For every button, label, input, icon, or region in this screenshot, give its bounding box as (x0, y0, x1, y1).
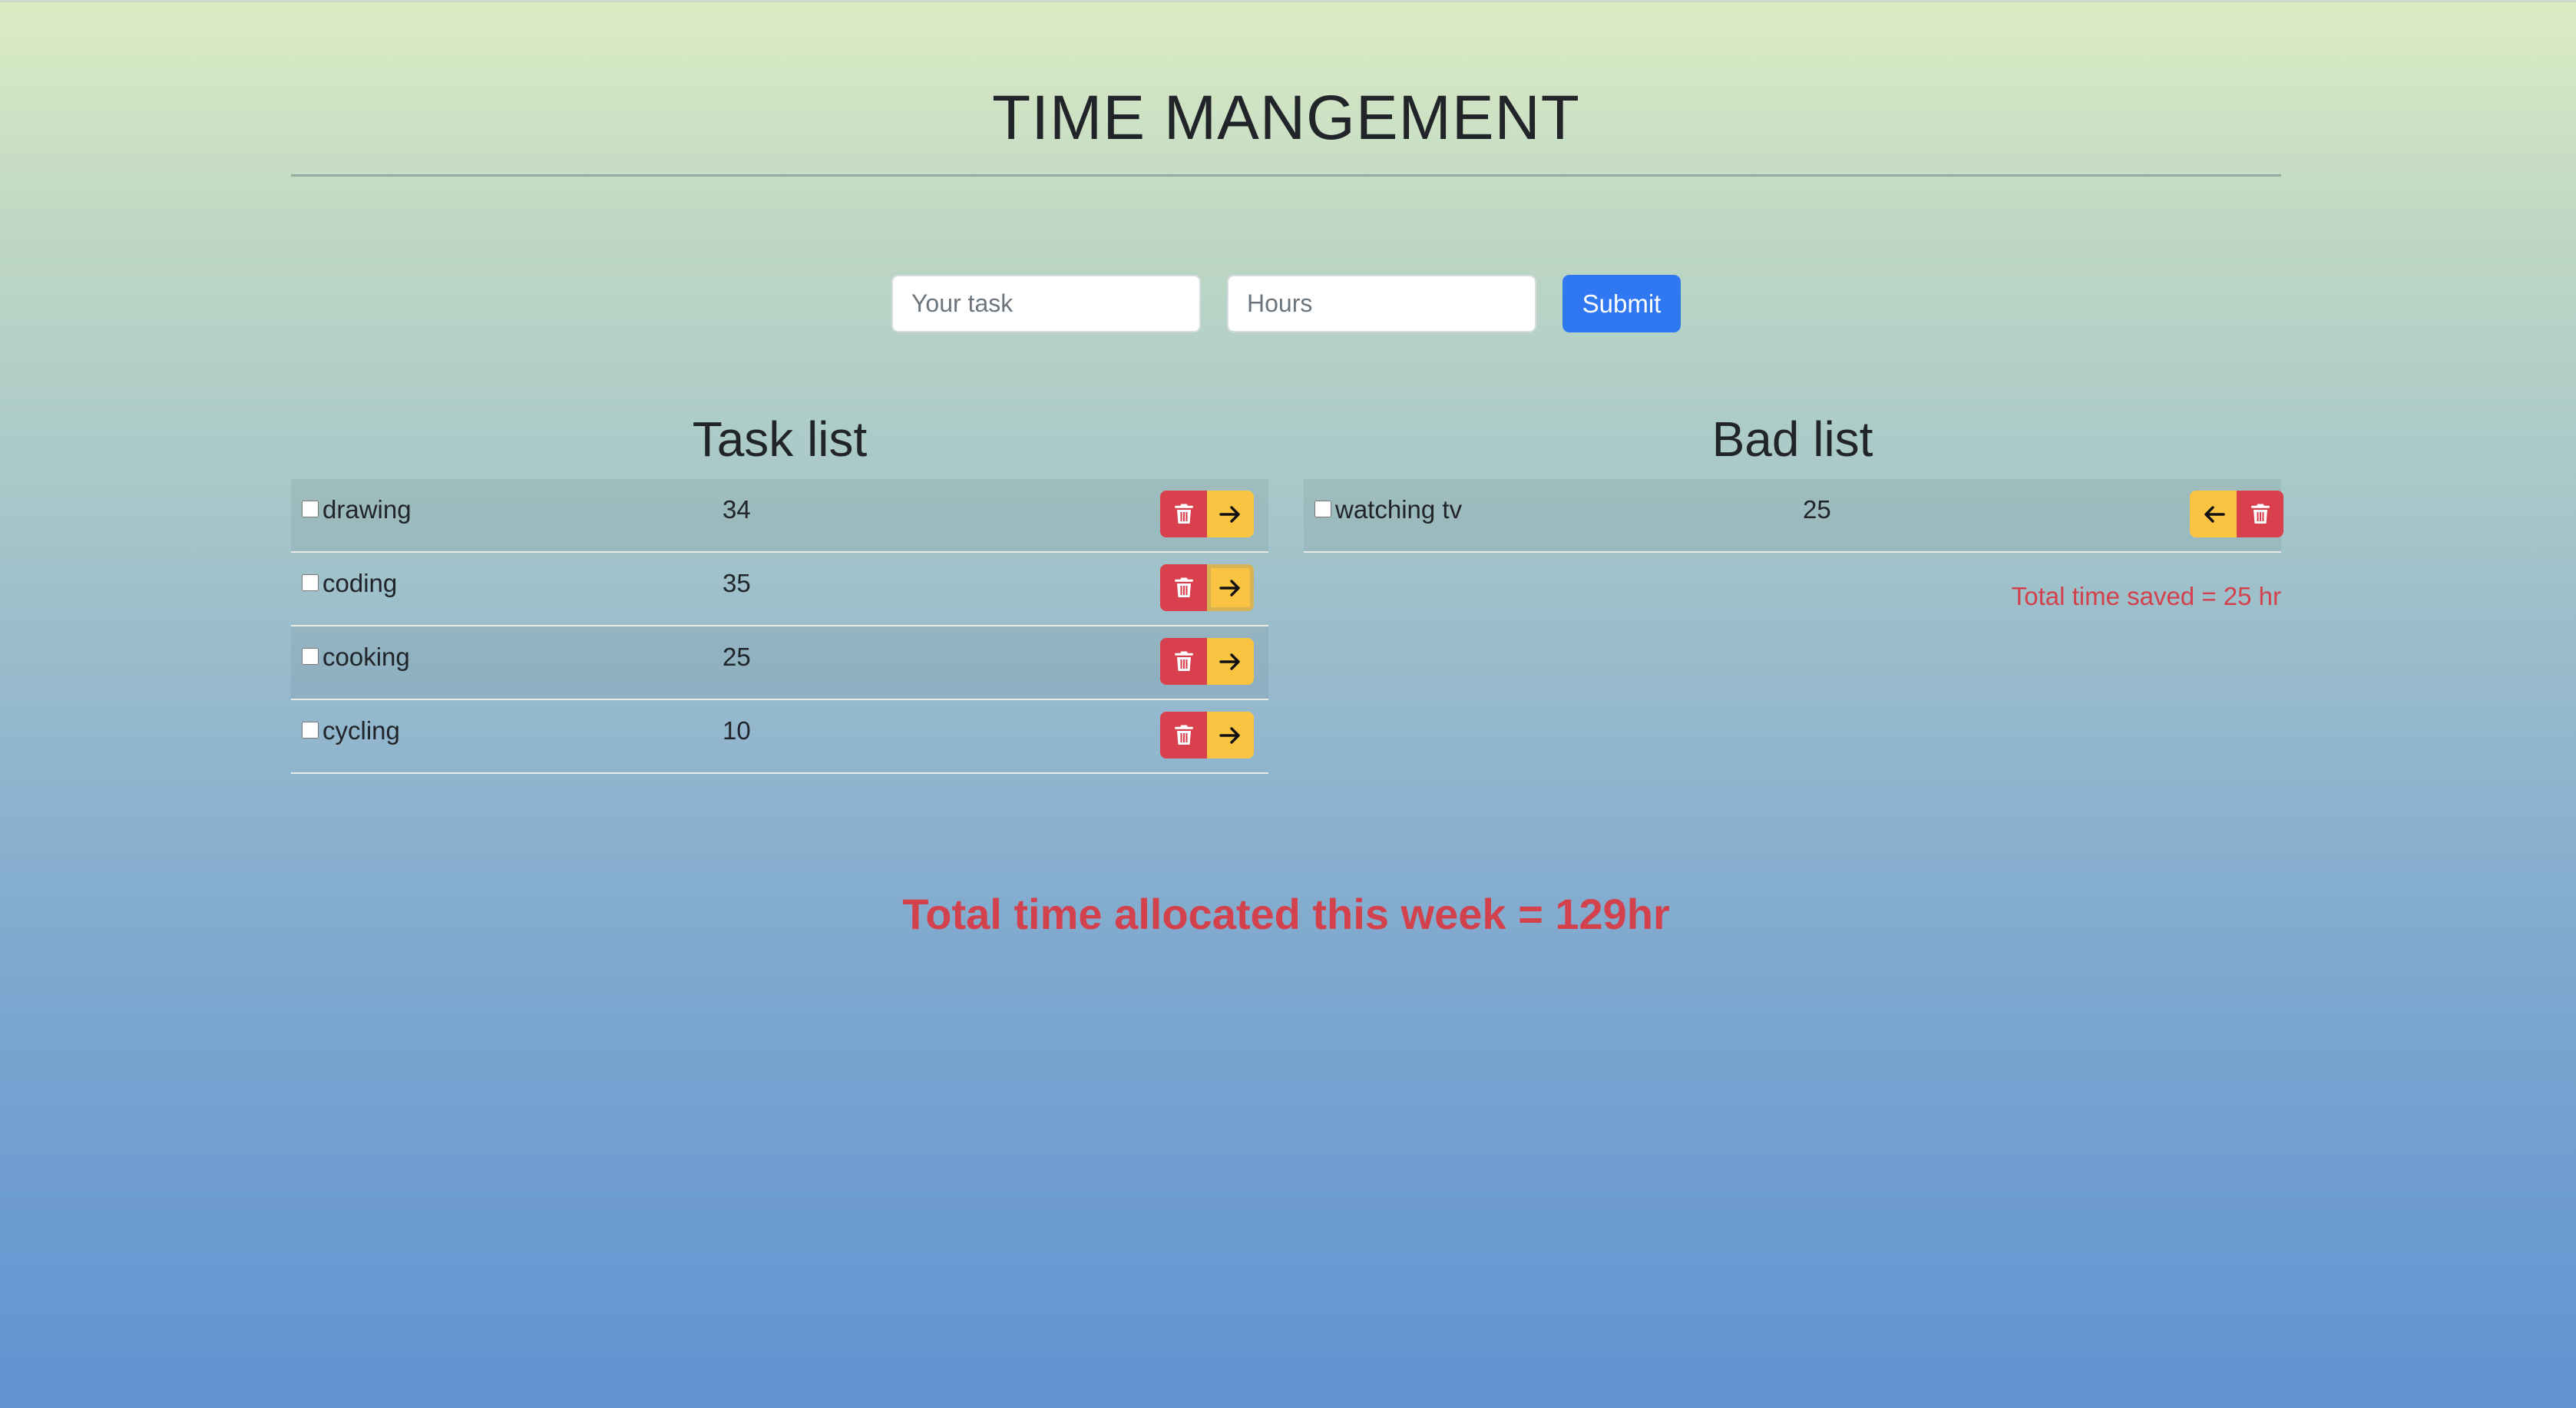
bad-row: watching tv 25 (1304, 479, 2283, 553)
arrow-right-icon (1219, 505, 1240, 523)
bad-hours: 25 (1803, 495, 1831, 524)
task-checkbox[interactable] (302, 722, 319, 739)
task-row: cycling 10 (291, 700, 1268, 774)
task-hours: 10 (723, 716, 751, 745)
total-allocated-text: Total time allocated this week = 129hr (902, 890, 1670, 938)
delete-button[interactable] (1160, 564, 1207, 611)
task-name: cooking (322, 643, 410, 671)
arrow-right-icon (1219, 653, 1240, 670)
arrow-right-icon (1219, 579, 1240, 597)
task-checkbox[interactable] (302, 574, 319, 591)
task-row: coding 35 (291, 553, 1268, 626)
trash-icon (1174, 504, 1193, 524)
add-task-form: Submit (291, 275, 2281, 332)
title-divider (291, 174, 2281, 177)
move-to-bad-button[interactable] (1207, 638, 1254, 685)
task-list-title: Task list (692, 411, 868, 467)
bad-checkbox[interactable] (1314, 501, 1331, 517)
move-to-task-button[interactable] (2190, 491, 2237, 537)
arrow-left-icon (2204, 505, 2225, 523)
trash-icon (2250, 504, 2270, 524)
task-hours: 34 (723, 495, 751, 524)
delete-button[interactable] (1160, 712, 1207, 759)
task-checkbox[interactable] (302, 648, 319, 665)
delete-button[interactable] (1160, 491, 1207, 537)
trash-icon (1174, 577, 1193, 597)
bad-list-title: Bad list (1711, 411, 1873, 467)
task-hours: 35 (723, 569, 751, 597)
bad-name: watching tv (1335, 495, 1463, 524)
page-title: TIME MANGEMENT (992, 83, 1580, 153)
task-actions (1160, 564, 1254, 611)
main-container: TIME MANGEMENT Submit Task list drawing … (291, 0, 2283, 938)
hours-input[interactable] (1227, 275, 1536, 332)
move-to-bad-button[interactable] (1207, 564, 1254, 611)
task-actions (1160, 491, 1254, 537)
task-name: cycling (322, 716, 400, 745)
task-row: drawing 34 (291, 479, 1268, 553)
bad-list: Bad list watching tv 25 Total time saved… (1304, 399, 2283, 611)
arrow-right-icon (1219, 726, 1240, 744)
total-saved-text: Total time saved = 25 hr (2011, 582, 2281, 610)
task-name: coding (322, 569, 398, 597)
delete-button[interactable] (2237, 491, 2283, 537)
task-hours: 25 (723, 643, 751, 671)
delete-button[interactable] (1160, 638, 1207, 685)
task-input[interactable] (891, 275, 1201, 332)
task-checkbox[interactable] (302, 501, 319, 517)
trash-icon (1174, 651, 1193, 671)
task-list: Task list drawing 34 coding 35 cooking 2… (291, 399, 1268, 774)
trash-icon (1174, 725, 1193, 745)
move-to-bad-button[interactable] (1207, 712, 1254, 759)
task-actions (1160, 712, 1254, 759)
bad-actions (2190, 491, 2283, 537)
task-row: cooking 25 (291, 626, 1268, 700)
move-to-bad-button[interactable] (1207, 491, 1254, 537)
task-name: drawing (322, 495, 412, 524)
task-actions (1160, 638, 1254, 685)
submit-button[interactable]: Submit (1562, 275, 1681, 332)
